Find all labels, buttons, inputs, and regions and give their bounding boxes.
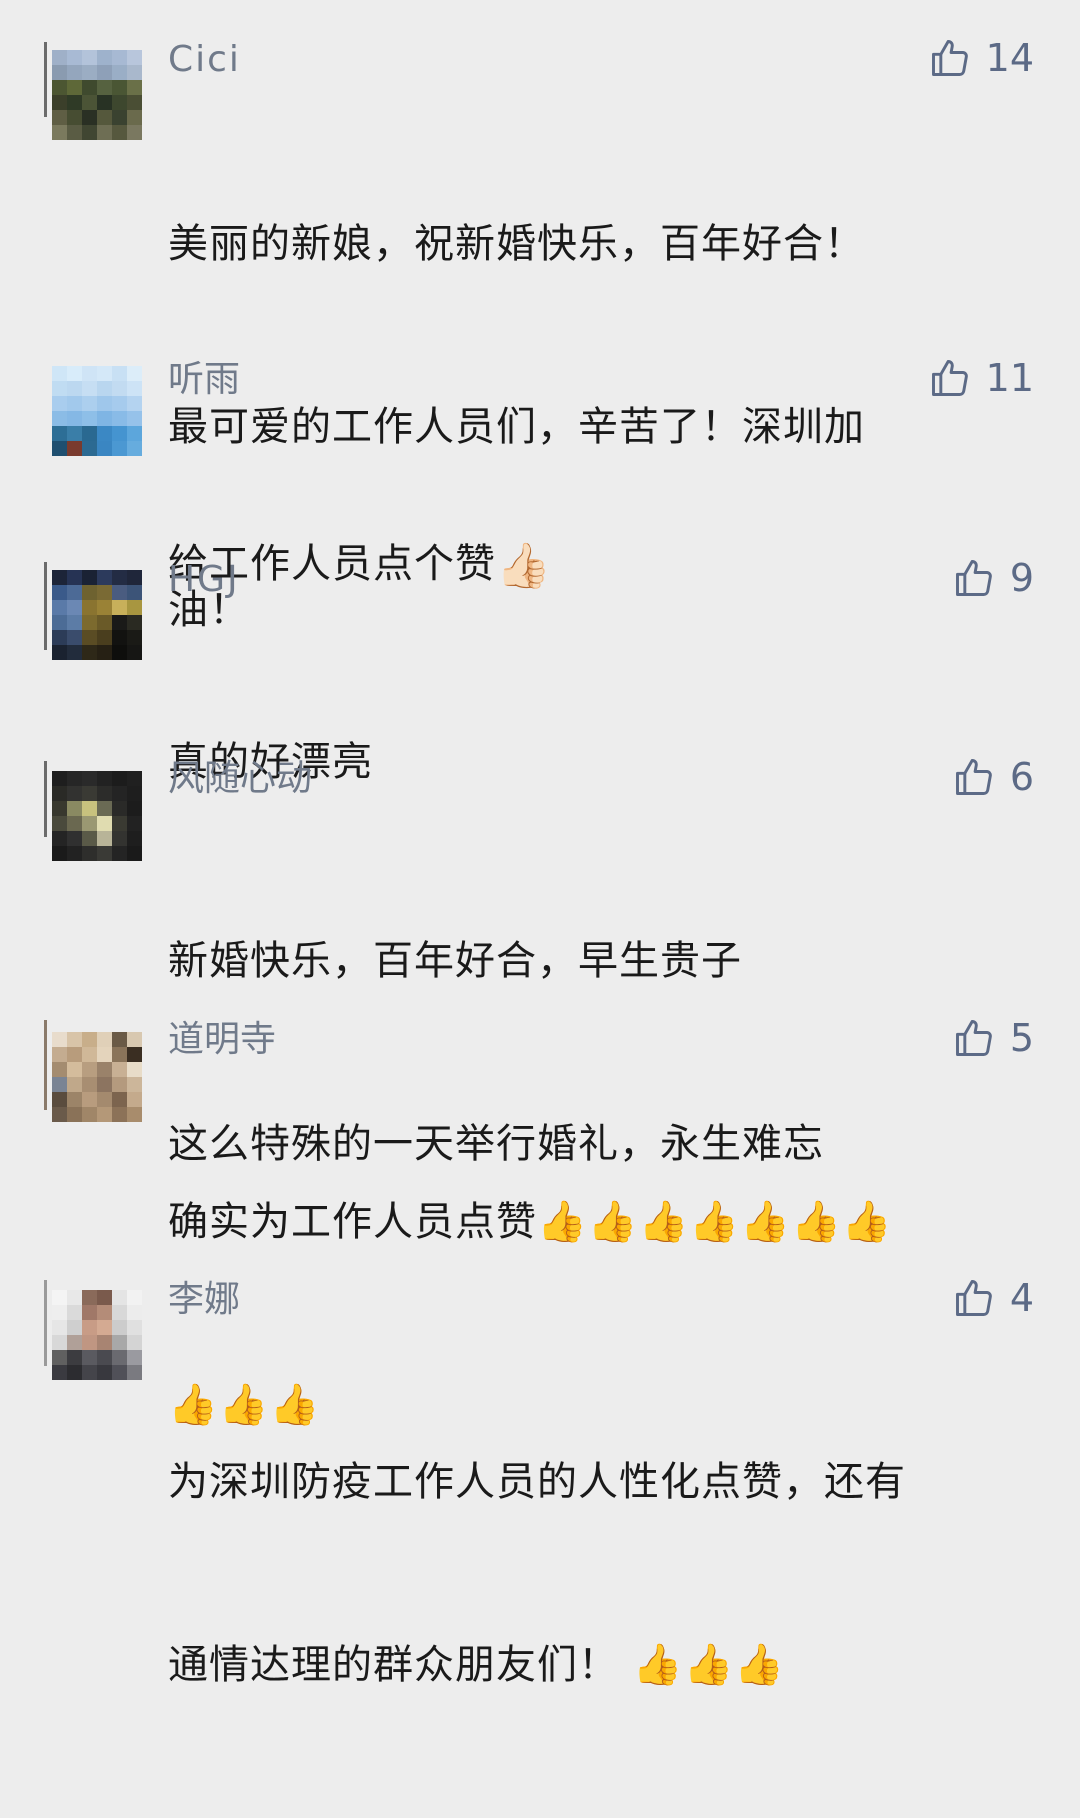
thumbs-up-emoji: 👍🏻 [496, 540, 552, 592]
commenter-name[interactable]: 风随心动 [168, 757, 312, 801]
avatar-edge [44, 1020, 47, 1110]
commenter-name[interactable]: Cici [168, 38, 241, 82]
avatar-edge [44, 761, 47, 837]
like-button[interactable]: 14 [928, 30, 1034, 86]
like-count: 14 [985, 36, 1034, 80]
comment-line: 通情达理的群众朋友们！ 👍👍👍 [168, 1642, 786, 1688]
like-count: 5 [1009, 1016, 1034, 1060]
avatar[interactable] [52, 366, 142, 456]
avatar[interactable] [52, 50, 142, 140]
commenter-name[interactable]: HGJ [168, 558, 240, 602]
comment-line: 确实为工作人员点赞👍👍👍👍👍👍👍 [168, 1199, 893, 1245]
commenter-name[interactable]: 听雨 [168, 358, 240, 402]
like-button[interactable]: 9 [952, 550, 1034, 606]
thumbs-up-outline-icon [931, 360, 968, 396]
like-count: 11 [985, 356, 1034, 400]
comment-line: 为深圳防疫工作人员的人性化点赞，还有 [168, 1459, 906, 1505]
avatar[interactable] [52, 570, 142, 660]
thumbs-up-outline-icon [955, 560, 992, 596]
thumbs-up-outline-icon [955, 759, 992, 795]
avatar[interactable] [52, 771, 142, 861]
like-count: 4 [1009, 1276, 1034, 1320]
avatar[interactable] [52, 1290, 142, 1380]
like-count: 6 [1009, 755, 1034, 799]
avatar[interactable] [52, 1032, 142, 1122]
like-button[interactable]: 11 [928, 350, 1034, 406]
like-count: 9 [1009, 556, 1034, 600]
comment-line: 给工作人员点个赞👍🏻 [168, 534, 1028, 597]
thumbs-up-outline-icon [955, 1280, 992, 1316]
commenter-name[interactable]: 李娜 [168, 1278, 240, 1322]
comment-line: 美丽的新娘，祝新婚快乐，百年好合！ [168, 221, 865, 267]
thumbs-up-outline-icon [955, 1020, 992, 1056]
avatar-edge [44, 562, 47, 650]
thumbs-up-outline-icon [931, 40, 968, 76]
avatar-edge [44, 1280, 47, 1366]
like-button[interactable]: 4 [952, 1270, 1034, 1326]
comment-text: 为深圳防疫工作人员的人性化点赞，还有 通情达理的群众朋友们！ 👍👍👍 [168, 1330, 1028, 1818]
commenter-name[interactable]: 道明寺 [168, 1018, 276, 1062]
comment-line: 新婚快乐，百年好合，早生贵子 [168, 938, 742, 984]
avatar-edge [44, 42, 47, 117]
like-button[interactable]: 6 [952, 749, 1034, 805]
like-button[interactable]: 5 [952, 1010, 1034, 1066]
